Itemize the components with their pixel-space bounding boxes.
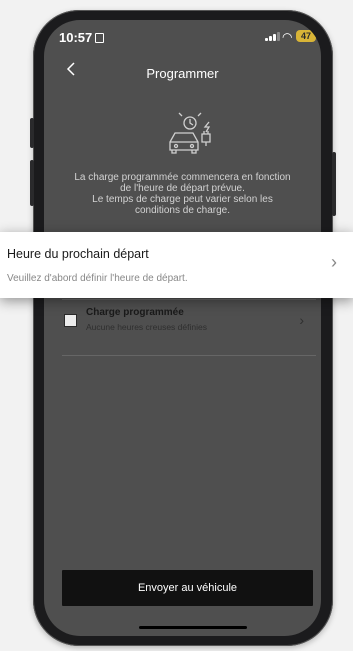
info-line: La charge programmée commencera en fonct… bbox=[74, 172, 291, 183]
departure-time-title: Heure du prochain départ bbox=[7, 247, 149, 261]
screen: 10:57 ◠ 47 Programmer La charge programm… bbox=[44, 20, 321, 636]
car-charging-clock-icon bbox=[169, 112, 211, 154]
home-indicator bbox=[139, 626, 247, 629]
power-button bbox=[332, 152, 336, 216]
status-time: 10:57 bbox=[59, 30, 105, 45]
signal-icon bbox=[265, 31, 280, 41]
page-title: Programmer bbox=[146, 66, 219, 81]
volume-down-button bbox=[30, 160, 34, 206]
wifi-icon: ◠ bbox=[282, 30, 293, 44]
info-line: conditions de charge. bbox=[134, 205, 231, 216]
info-line: Le temps de charge peut varier selon les bbox=[92, 194, 273, 205]
chevron-right-icon: › bbox=[331, 252, 337, 272]
scheduled-charge-title: Charge programmée bbox=[86, 307, 184, 318]
info-text: La charge programmée commencera en fonct… bbox=[56, 172, 309, 216]
divider bbox=[62, 299, 316, 300]
chevron-right-icon: › bbox=[299, 312, 304, 328]
nav-bar: Programmer bbox=[44, 60, 321, 90]
volume-up-button bbox=[30, 118, 34, 148]
send-to-vehicle-button[interactable]: Envoyer au véhicule bbox=[62, 570, 313, 606]
departure-time-row[interactable]: Heure du prochain départ Veuillez d'abor… bbox=[0, 232, 353, 298]
scheduled-charge-checkbox[interactable] bbox=[64, 314, 77, 327]
status-bar: 10:57 ◠ 47 bbox=[44, 20, 321, 52]
info-line: de l'heure de départ prévue. bbox=[120, 183, 245, 194]
scheduled-charge-subtitle: Aucune heures creuses définies bbox=[86, 322, 207, 332]
scheduled-charge-row[interactable]: Charge programmée Aucune heures creuses … bbox=[62, 303, 316, 343]
divider bbox=[62, 355, 316, 356]
battery-indicator: 47 bbox=[296, 30, 316, 42]
notification-badge-icon bbox=[95, 33, 105, 43]
departure-time-subtitle: Veuillez d'abord définir l'heure de dépa… bbox=[7, 273, 188, 284]
